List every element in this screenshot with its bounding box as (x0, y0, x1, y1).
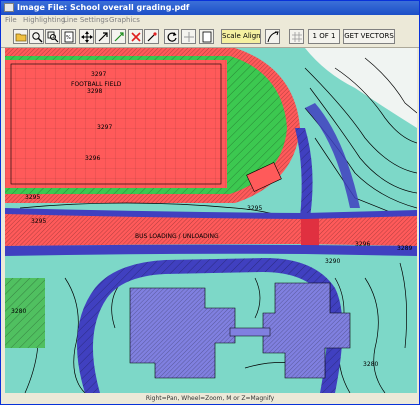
football-field-label: FOOTBALL FIELD (71, 81, 122, 88)
application-window: Image File: School overall grading.pdf F… (0, 0, 420, 405)
get-vectors-button[interactable]: GET VECTORS (343, 29, 395, 44)
delete-button[interactable] (128, 29, 143, 44)
line-tool-icon (114, 32, 124, 42)
zoom-in-button[interactable] (29, 29, 44, 44)
rotate-icon (167, 32, 177, 42)
contour-label: 3298 (87, 88, 102, 95)
contour-label: 3296 (85, 155, 100, 162)
contour-label: 3280 (11, 308, 26, 315)
select-arrow-icon (98, 32, 108, 42)
building-connector (229, 327, 271, 337)
window-title: Image File: School overall grading.pdf (17, 3, 190, 12)
zoom-window-button[interactable] (45, 29, 60, 44)
menu-graphics[interactable]: Graphics (109, 15, 140, 26)
svg-text:%: % (66, 35, 71, 41)
pan-button[interactable] (79, 29, 94, 44)
grid-icon (292, 32, 302, 42)
pan-icon (81, 31, 93, 43)
page-indicator[interactable]: 1 OF 1 (308, 29, 340, 44)
calibrate-button[interactable] (144, 29, 159, 44)
document-icon (4, 3, 14, 12)
contour-label: 3297 (91, 71, 106, 78)
title-bar[interactable]: Image File: School overall grading.pdf (1, 1, 419, 15)
rotate-button[interactable] (164, 29, 179, 44)
curve-icon (267, 31, 279, 43)
contour-label: 3295 (247, 205, 262, 212)
status-bar: Right=Pan, Wheel=Zoom, M or Z=Magnify (1, 394, 419, 404)
drawing-canvas[interactable]: FOOTBALL FIELD 3297 3298 3297 3296 3295 … (5, 48, 417, 393)
scale-align-button[interactable]: Scale Align (221, 29, 261, 44)
contour-label: 3280 (363, 361, 378, 368)
contour-label: 3296 (355, 241, 370, 248)
open-file-button[interactable] (13, 29, 28, 44)
menu-file[interactable]: File (5, 15, 17, 26)
contour-label: 3295 (31, 218, 46, 225)
page-icon (202, 31, 212, 43)
fit-page-icon: % (64, 31, 74, 43)
contour-label: 3289 (397, 245, 412, 252)
select-button[interactable] (95, 29, 110, 44)
menu-line-settings[interactable]: Line Settings (63, 15, 109, 26)
contour-label: 3297 (97, 124, 112, 131)
folder-icon (15, 33, 27, 42)
menu-highlighting[interactable]: Highlighting (23, 15, 65, 26)
zoom-in-icon (32, 32, 43, 43)
zoom-window-icon (47, 31, 59, 43)
fit-page-button[interactable]: % (61, 29, 76, 44)
toolbar: % Scale Align 1 OF 1 GET VECTORS (1, 26, 419, 48)
delete-x-icon (131, 32, 141, 42)
calibrate-icon (147, 32, 157, 42)
menu-bar: File Highlighting Line Settings Graphics (1, 15, 419, 26)
bus-loading-label: BUS LOADING / UNLOADING (135, 233, 219, 240)
grid-button[interactable] (289, 29, 304, 44)
crosshair-button[interactable] (181, 29, 196, 44)
grading-plan-image[interactable]: FOOTBALL FIELD 3297 3298 3297 3296 3295 … (5, 48, 417, 393)
crosshair-icon (184, 32, 194, 42)
line-tool-button[interactable] (111, 29, 126, 44)
draw-curve-button[interactable] (265, 29, 280, 44)
page-button[interactable] (199, 29, 214, 44)
contour-label: 3290 (325, 258, 340, 265)
contour-label: 3295 (25, 194, 40, 201)
